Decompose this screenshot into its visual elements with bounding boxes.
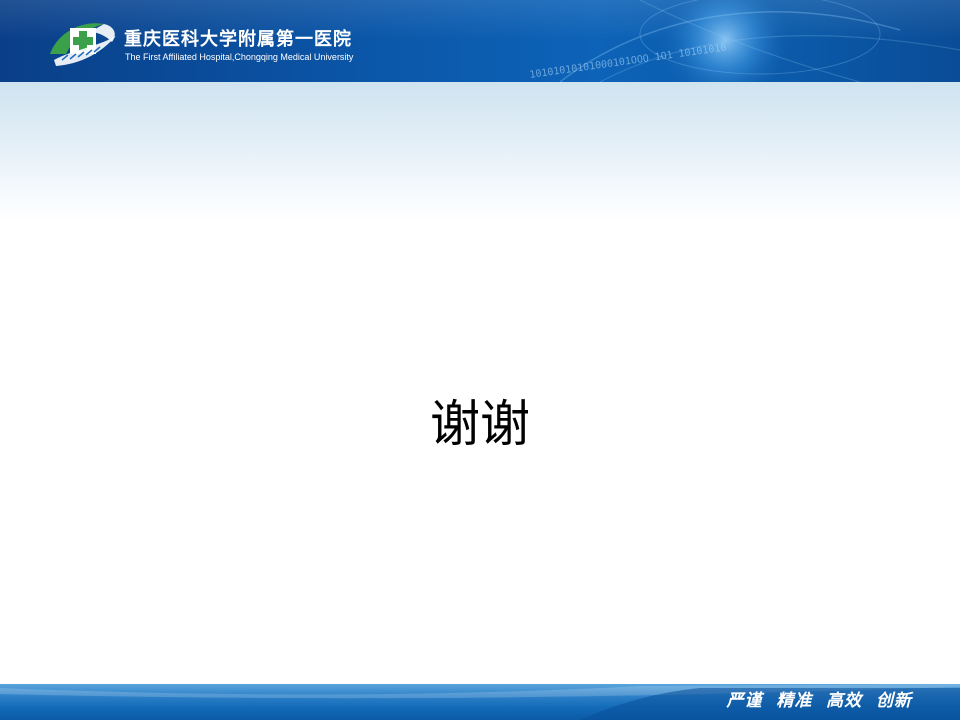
footer-banner: 严谨 精准 高效 创新	[0, 684, 960, 720]
hospital-name-chinese: 重庆医科大学附属第一医院	[124, 29, 352, 50]
header-banner: 10101010101000101OOO 1O1 10101010 重庆医科大学…	[0, 0, 960, 82]
content-gradient-band	[0, 82, 960, 222]
hospital-motto: 严谨 精准 高效 创新	[726, 691, 912, 711]
thanks-text: 谢谢	[430, 395, 530, 453]
hospital-name-english: The First Affiliated Hospital,Chongqing …	[125, 52, 354, 62]
hospital-cross-logo-icon	[50, 23, 116, 66]
slide: 10101010101000101OOO 1O1 10101010 重庆医科大学…	[0, 0, 960, 720]
